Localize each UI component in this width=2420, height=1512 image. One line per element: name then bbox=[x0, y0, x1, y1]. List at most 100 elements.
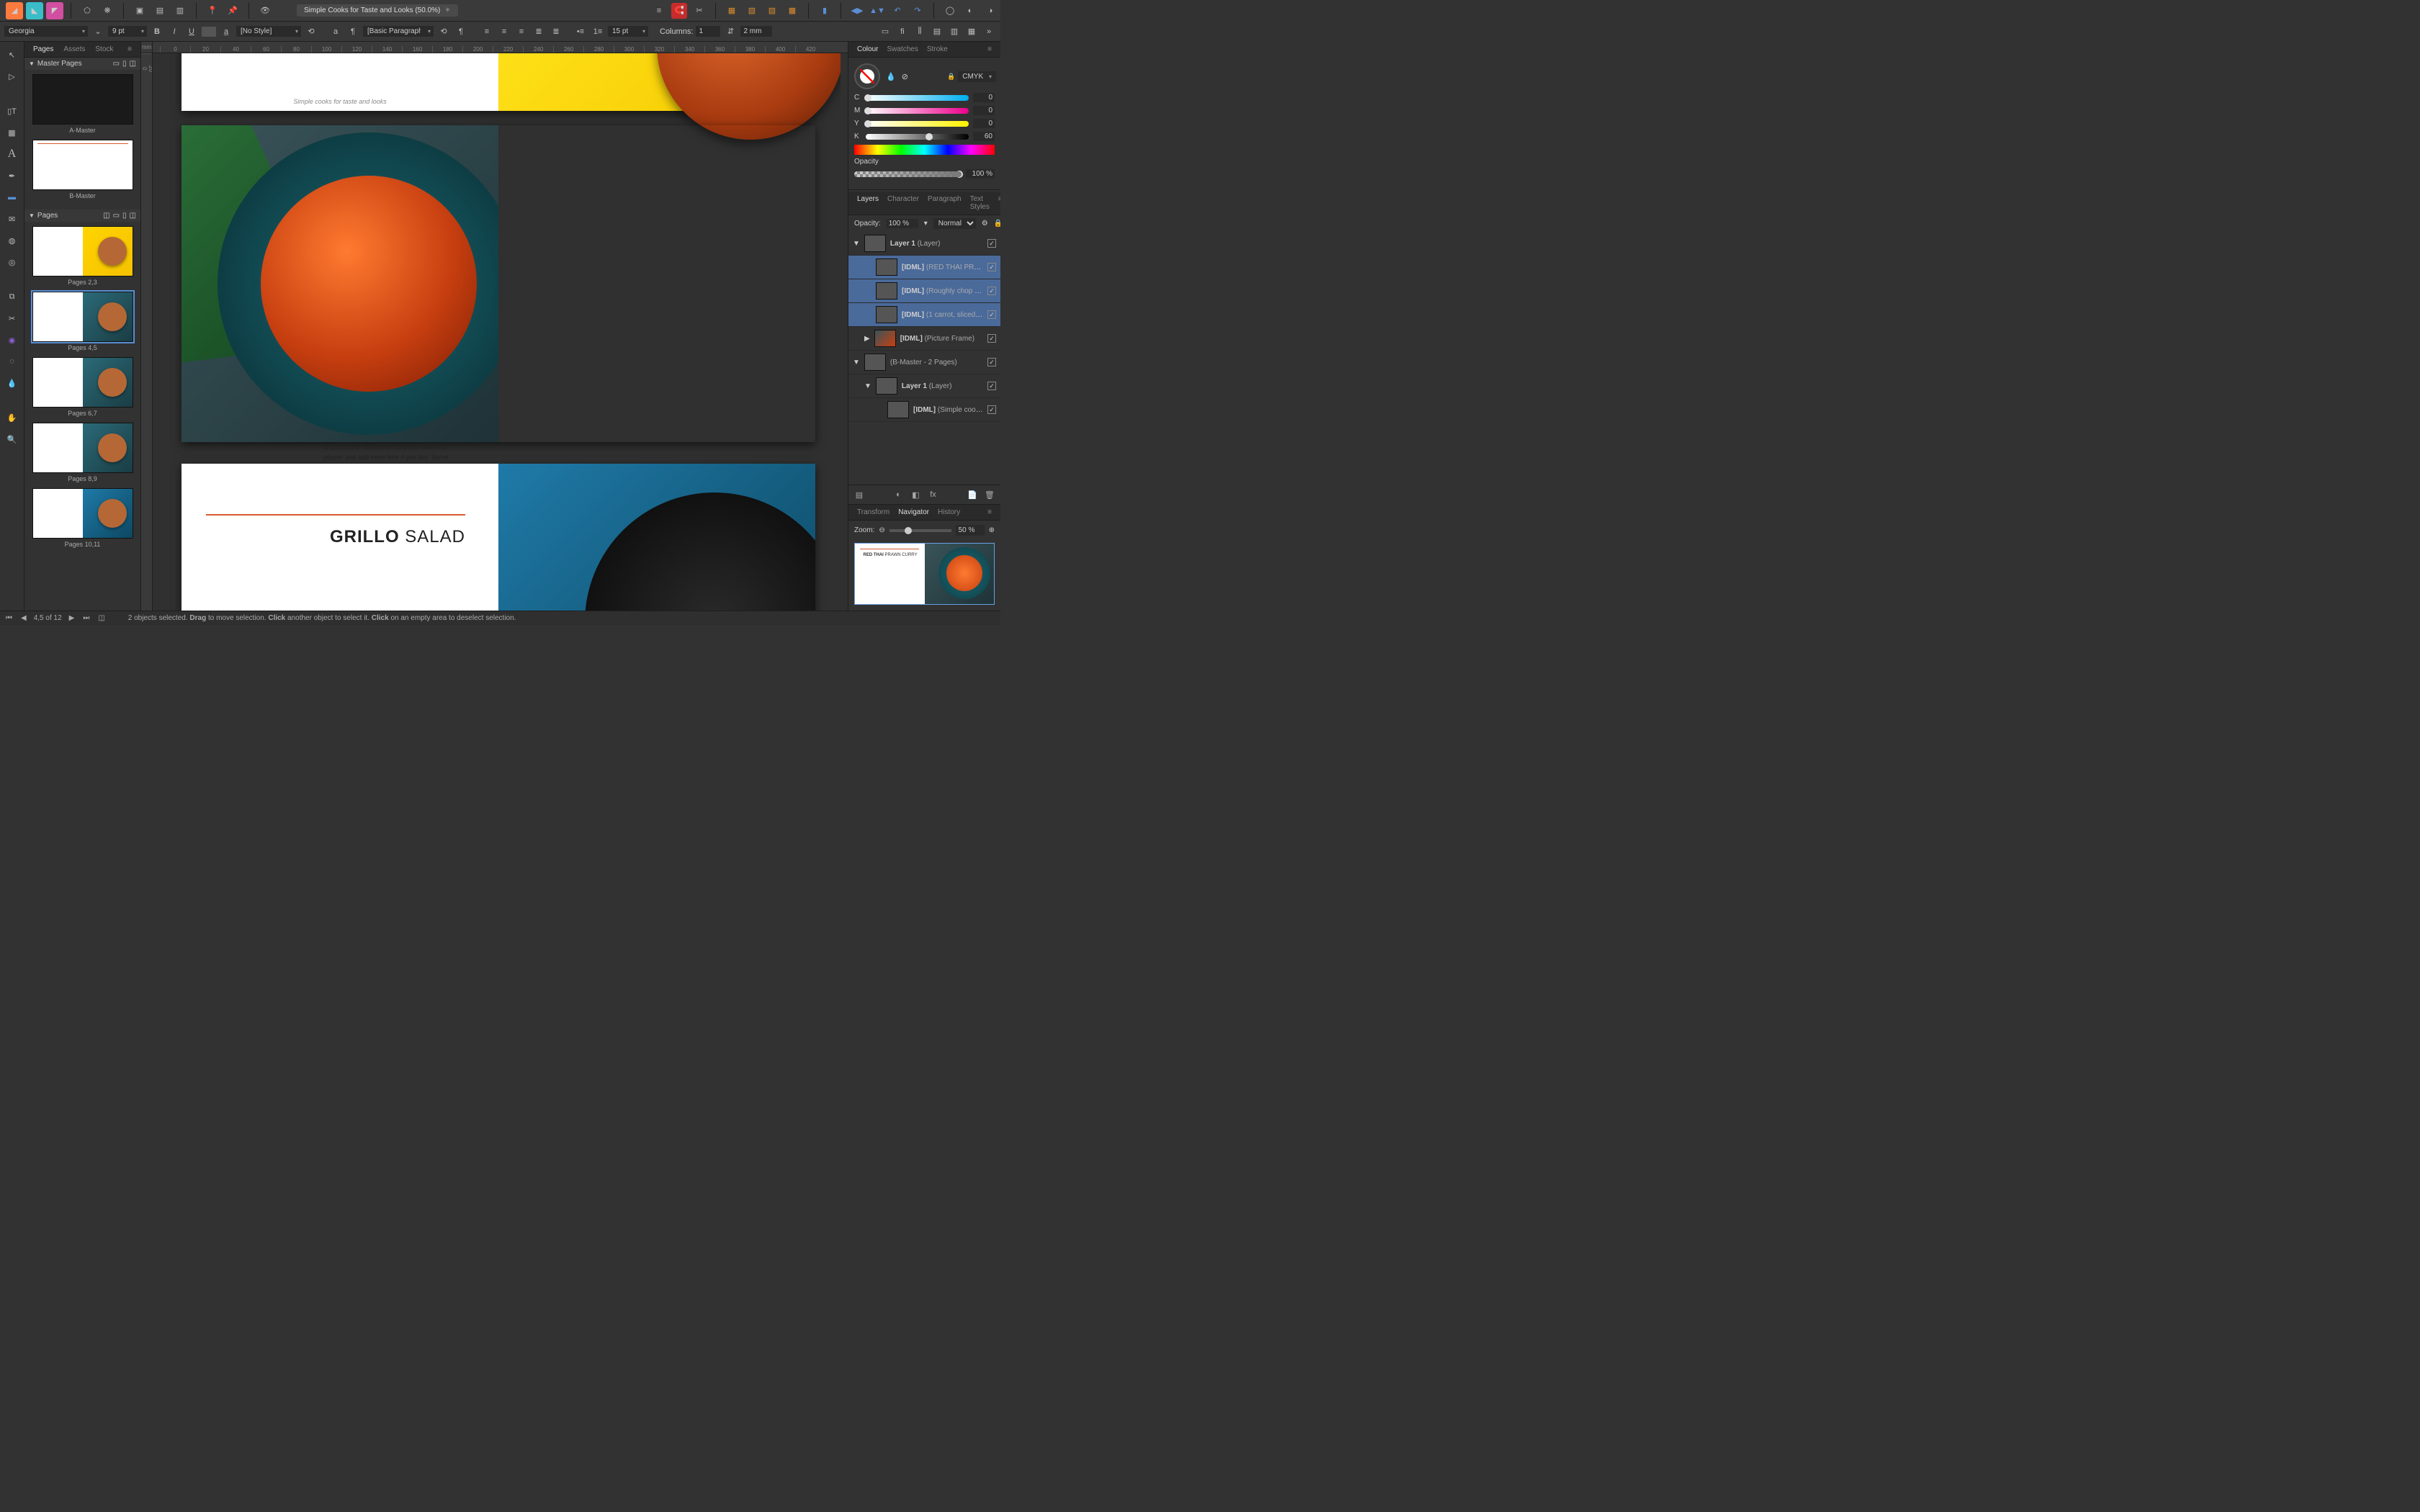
table-tool[interactable]: ▦ bbox=[4, 124, 21, 141]
hue-strip[interactable] bbox=[854, 145, 995, 155]
frame-props-4-icon[interactable]: ▤ bbox=[930, 24, 944, 39]
preview-icon[interactable]: 👁 bbox=[257, 3, 273, 19]
tab-stock[interactable]: Stock bbox=[91, 44, 117, 55]
layer-row[interactable]: [IDML] (1 carrot, sliced ¶1✓ bbox=[848, 303, 1000, 327]
artistic-text-tool[interactable]: A bbox=[4, 145, 21, 163]
crop-tool[interactable]: ⧉ bbox=[4, 288, 21, 305]
underline-button[interactable]: U bbox=[184, 24, 199, 39]
spread-thumb[interactable]: Pages 10,11 bbox=[29, 488, 136, 548]
master-a-thumb[interactable]: A-Master bbox=[29, 74, 136, 134]
snapping-icon[interactable]: 🧲 bbox=[671, 3, 687, 19]
colour-picker-icon[interactable]: 💧 bbox=[886, 72, 896, 81]
align-left-button[interactable]: ≡ bbox=[480, 24, 494, 39]
next-page-button[interactable]: ▶ bbox=[68, 614, 76, 622]
layer-visibility-checkbox[interactable]: ✓ bbox=[987, 358, 996, 366]
black-slider[interactable]: K bbox=[854, 132, 995, 141]
yellow-input[interactable] bbox=[973, 119, 995, 128]
columns-input[interactable] bbox=[696, 26, 720, 37]
magenta-slider[interactable]: M bbox=[854, 106, 995, 115]
persona-designer[interactable]: ◣ bbox=[26, 2, 43, 19]
frame-text-tool[interactable]: ▯T bbox=[4, 102, 21, 120]
spread-thumb[interactable]: Pages 6,7 bbox=[29, 357, 136, 417]
gutter-input[interactable] bbox=[740, 26, 772, 37]
char-style-icon[interactable]: a̲ bbox=[219, 24, 233, 39]
ruler-vertical[interactable]: 0204060801001201401601802002202402602803… bbox=[141, 53, 153, 611]
unpin-icon[interactable]: 📌 bbox=[225, 3, 241, 19]
spread-thumb[interactable]: Pages 4,5 bbox=[29, 292, 136, 351]
typography-icon[interactable]: a bbox=[328, 24, 343, 39]
node-tool[interactable]: ▷ bbox=[4, 68, 21, 85]
tab-text-styles[interactable]: Text Styles bbox=[966, 194, 994, 212]
pages-opt-1-icon[interactable]: ◫ bbox=[103, 212, 109, 220]
persona-publisher[interactable]: ◢ bbox=[6, 2, 23, 19]
spread-thumb[interactable]: Pages 2,3 bbox=[29, 226, 136, 286]
prev-page-button[interactable]: ◀ bbox=[19, 614, 28, 622]
list-number-button[interactable]: 1≡ bbox=[591, 24, 605, 39]
tab-swatches[interactable]: Swatches bbox=[882, 44, 922, 55]
page-7[interactable] bbox=[498, 464, 815, 611]
swirl-icon[interactable]: ❋ bbox=[99, 3, 115, 19]
para-reset-icon[interactable]: ⟲ bbox=[436, 24, 451, 39]
ruler-unit[interactable]: mm bbox=[141, 42, 153, 53]
spread-thumb[interactable]: Pages 8,9 bbox=[29, 423, 136, 482]
layer-cog-icon[interactable]: ⚙ bbox=[982, 220, 988, 228]
bool-add-icon[interactable]: ◯ bbox=[942, 3, 958, 19]
align-icon[interactable]: ▮ bbox=[817, 3, 833, 19]
frame-props-6-icon[interactable]: ▦ bbox=[964, 24, 979, 39]
pin-icon[interactable]: 📍 bbox=[205, 3, 220, 19]
picture-frame-tool[interactable]: ✉ bbox=[4, 210, 21, 228]
spread-6-7[interactable]: GRILLO SALAD bbox=[182, 464, 815, 611]
vector-crop-tool[interactable]: ✂ bbox=[4, 310, 21, 327]
mask-icon[interactable]: ◐ bbox=[892, 488, 905, 501]
tab-history[interactable]: History bbox=[933, 507, 964, 518]
delete-layer-icon[interactable]: 🗑 bbox=[983, 488, 996, 501]
tab-stroke[interactable]: Stroke bbox=[923, 44, 952, 55]
magenta-input[interactable] bbox=[973, 106, 995, 115]
fill-tool[interactable]: ◉ bbox=[4, 331, 21, 348]
rotate-r-icon[interactable]: ↷ bbox=[910, 3, 926, 19]
arrange-3-icon[interactable]: ▨ bbox=[764, 3, 780, 19]
panel-menu-icon[interactable]: ≡ bbox=[123, 44, 136, 55]
zoom-tool[interactable]: 🔍 bbox=[4, 431, 21, 448]
bool-sub-icon[interactable]: ◐ bbox=[962, 3, 978, 19]
leading-select[interactable]: 15 pt bbox=[608, 26, 648, 37]
layer-row[interactable]: [IDML] (RED THAI PRAWN C✓ bbox=[848, 256, 1000, 279]
tab-colour[interactable]: Colour bbox=[853, 44, 882, 55]
layer-row[interactable]: [IDML] (Simple cooks for✓ bbox=[848, 398, 1000, 422]
align-justify-button[interactable]: ≣ bbox=[532, 24, 546, 39]
ruler-horizontal[interactable]: 0204060801001201401601802002202402602803… bbox=[153, 42, 848, 53]
tab-assets[interactable]: Assets bbox=[59, 44, 89, 55]
colour-opacity-input[interactable] bbox=[966, 169, 995, 179]
none-colour-icon[interactable]: ⊘ bbox=[902, 72, 908, 81]
fx-icon[interactable]: fx bbox=[927, 488, 940, 501]
layer-row[interactable]: ▼Layer 1 (Layer)✓ bbox=[848, 374, 1000, 398]
align-right-button[interactable]: ≡ bbox=[514, 24, 529, 39]
panel-menu-icon[interactable]: ≡ bbox=[983, 507, 996, 518]
move-tool[interactable]: ↖ bbox=[4, 46, 21, 63]
adjust-icon[interactable]: ◧ bbox=[910, 488, 923, 501]
font-family-select[interactable]: Georgia bbox=[4, 26, 88, 37]
tab-transform[interactable]: Transform bbox=[853, 507, 894, 518]
spread-2-3[interactable]: Simple cooks for taste and looks bbox=[182, 53, 815, 111]
first-page-button[interactable]: ⏮ bbox=[4, 614, 14, 622]
yellow-slider[interactable]: Y bbox=[854, 119, 995, 128]
asset-tool[interactable]: ◎ bbox=[4, 253, 21, 271]
layer-visibility-checkbox[interactable]: ✓ bbox=[987, 263, 996, 271]
edit-all-layers-icon[interactable]: ▤ bbox=[853, 488, 866, 501]
layer-visibility-checkbox[interactable]: ✓ bbox=[987, 334, 996, 343]
spread-toggle-icon[interactable]: ◫ bbox=[97, 614, 106, 622]
master-opt-1-icon[interactable]: ▭ bbox=[113, 60, 120, 68]
tab-pages[interactable]: Pages bbox=[29, 44, 58, 55]
document-title[interactable]: Simple Cooks for Taste and Looks (50.0%)… bbox=[297, 4, 458, 17]
flip-v-icon[interactable]: ▲▼ bbox=[869, 3, 885, 19]
persona-photo[interactable]: ◤ bbox=[46, 2, 63, 19]
pages-opt-2-icon[interactable]: ▭ bbox=[113, 212, 120, 220]
layout-1-icon[interactable]: ▣ bbox=[132, 3, 148, 19]
spreads-viewport[interactable]: Simple cooks for taste and looks RED THA… bbox=[160, 53, 841, 611]
master-opt-2-icon[interactable]: ▯ bbox=[122, 60, 127, 68]
layer-opacity-input[interactable] bbox=[887, 219, 918, 228]
pages-opt-3-icon[interactable]: ▯ bbox=[122, 212, 127, 220]
align-center-button[interactable]: ≡ bbox=[497, 24, 511, 39]
layer-disclosure-icon[interactable]: ▼ bbox=[853, 240, 860, 248]
fill-stroke-well[interactable] bbox=[854, 63, 880, 89]
